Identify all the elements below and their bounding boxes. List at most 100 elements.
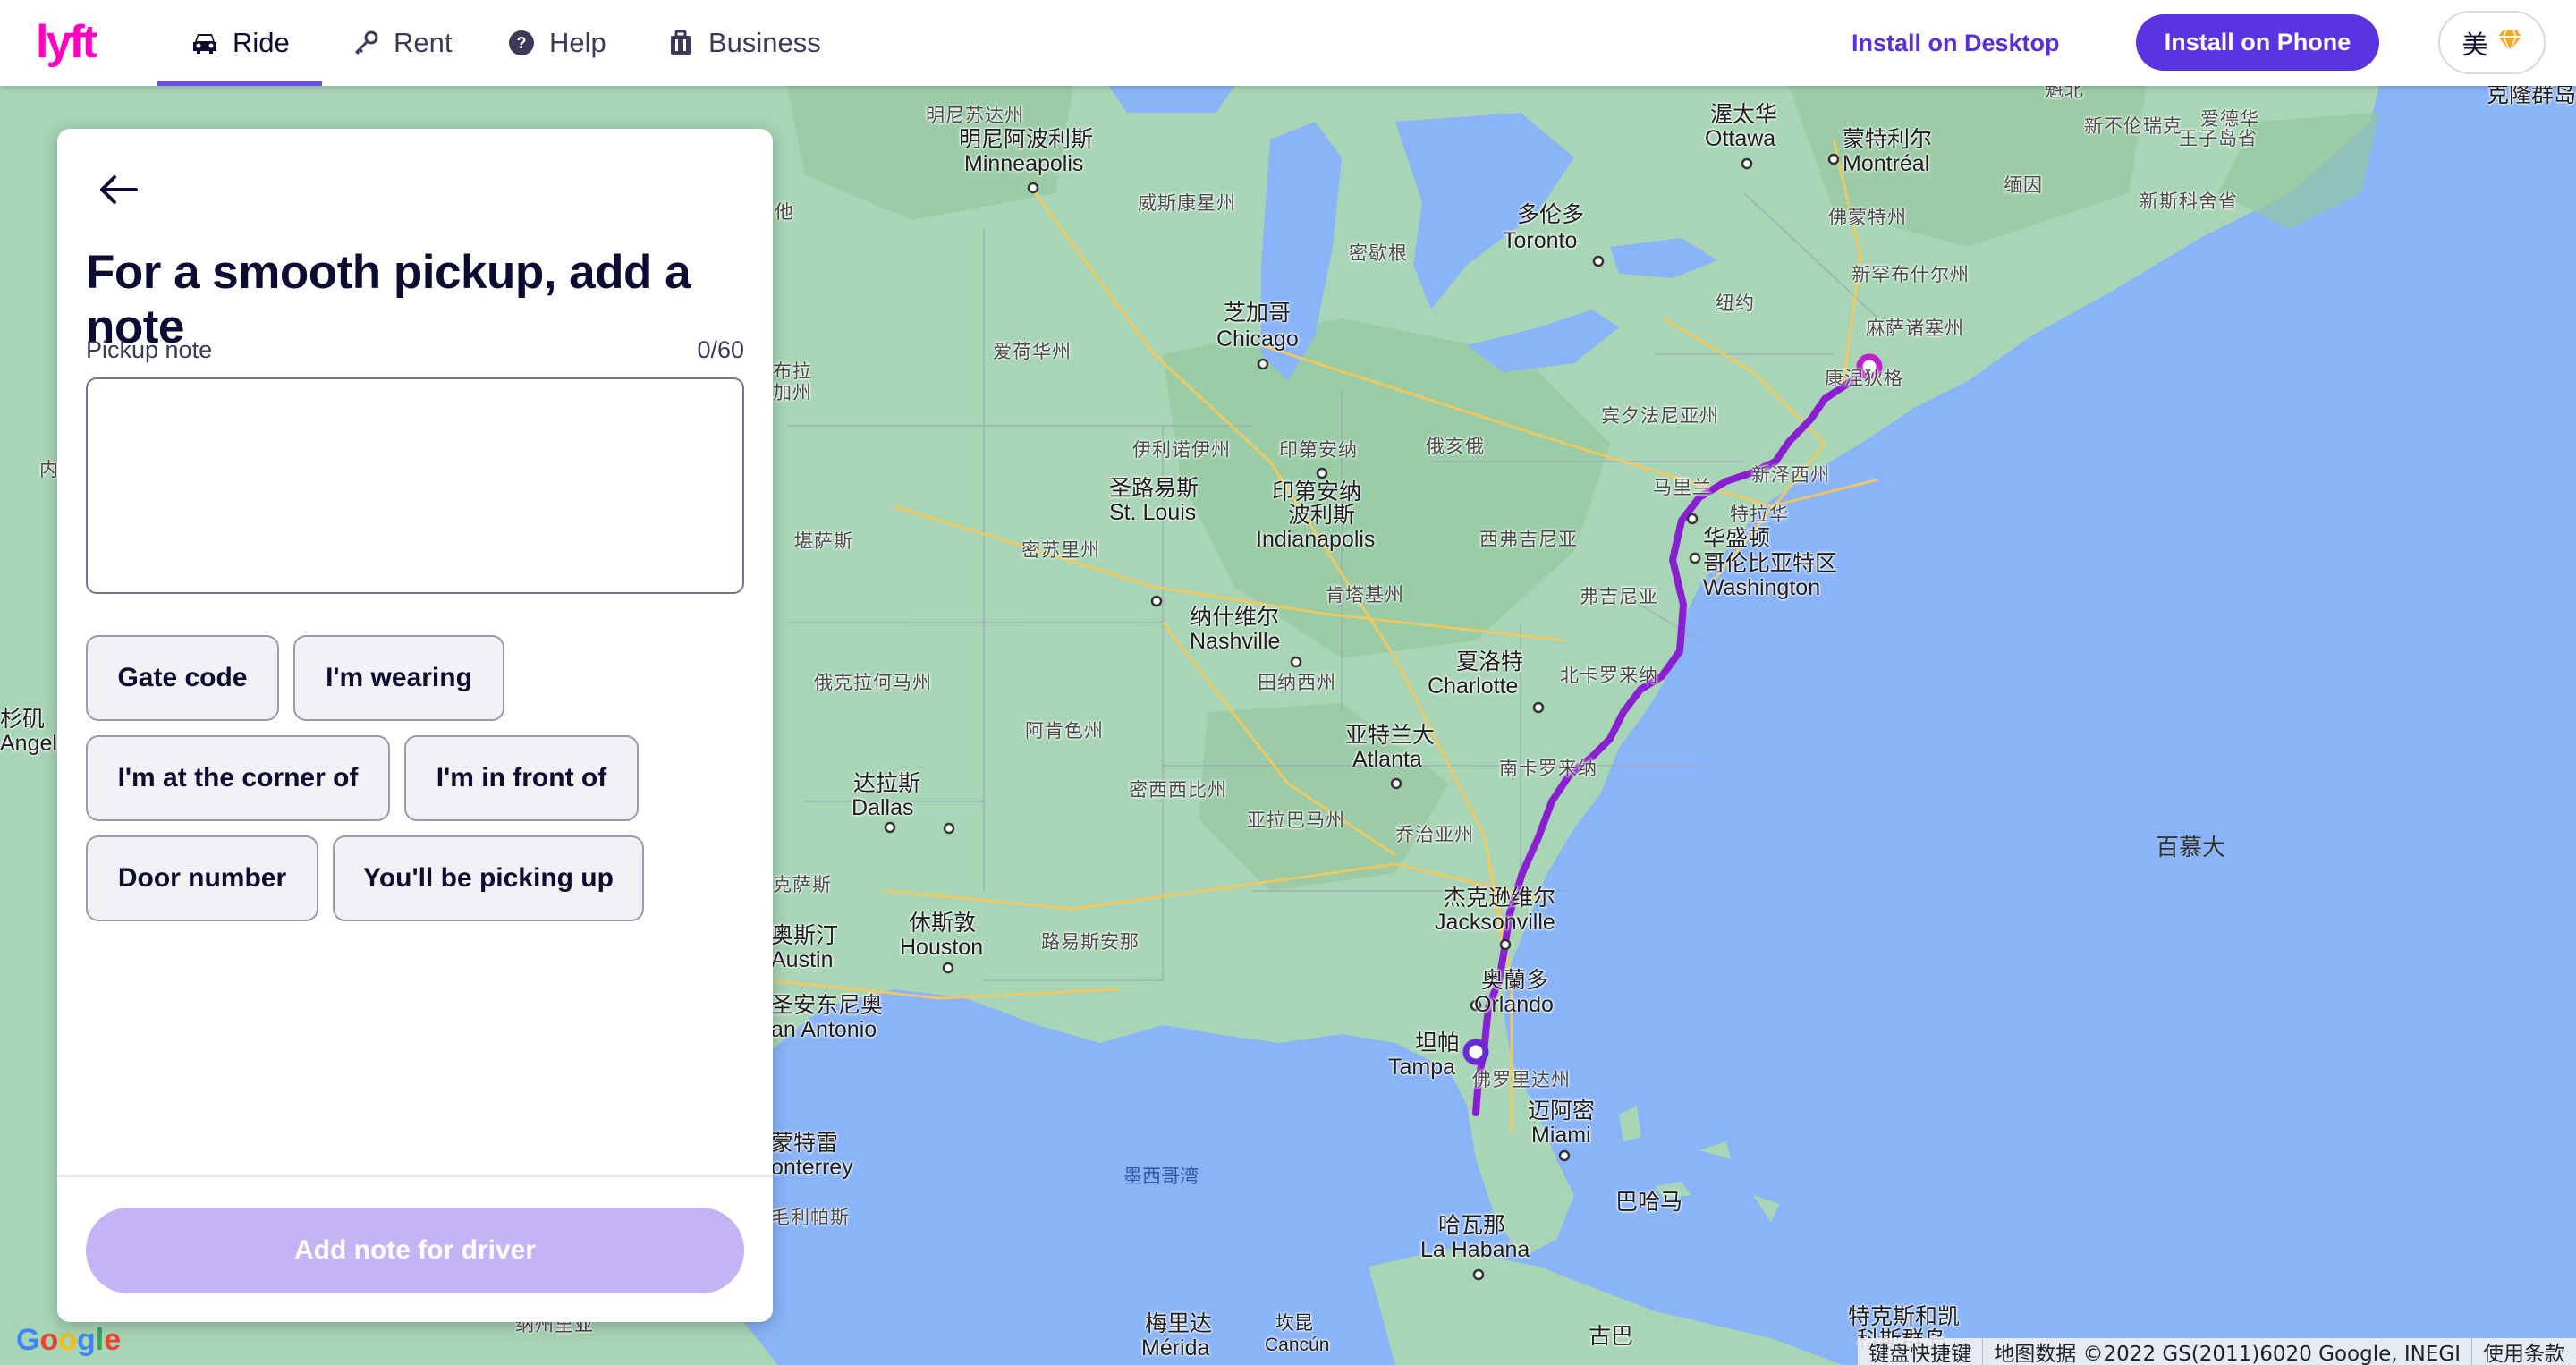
map-label-washington: Washington <box>1703 575 1821 600</box>
map-label-toronto-zh: 多伦多 <box>1517 201 1585 227</box>
map-label-havana-zh: 哈瓦那 <box>1438 1212 1506 1238</box>
google-logo: Google <box>16 1323 122 1357</box>
map-label-austin-zh: 奥斯汀 <box>771 922 839 948</box>
svg-text:lyft: lyft <box>36 16 97 68</box>
map-label-louisiana: 路易斯安那 <box>1041 931 1140 953</box>
map-label-minneapolis-zh: 明尼阿波利斯 <box>959 126 1094 152</box>
map-data-credit: 地图数据 ©2022 GS(2011)6020 Google, INEGI <box>1982 1336 2471 1365</box>
map-label-missouri: 密苏里州 <box>1021 539 1100 561</box>
tab-business[interactable]: Business <box>665 0 821 86</box>
map-label-nebraska2: 加州 <box>773 382 812 403</box>
map-label-vermont: 佛蒙特州 <box>1828 207 1907 228</box>
map-label-turks1: 特克斯和凯 <box>1848 1303 1961 1329</box>
map-label-nashville-zh: 纳什维尔 <box>1190 604 1280 630</box>
pickup-marker[interactable] <box>1462 1039 1489 1065</box>
map-label-jacksonville-zh: 杰克逊维尔 <box>1444 885 1556 911</box>
map-label-merida: Mérida <box>1141 1335 1210 1361</box>
map-label-michigan: 密歇根 <box>1349 242 1408 264</box>
chip-corner-of[interactable]: I'm at the corner of <box>86 735 390 821</box>
briefcase-icon <box>665 28 696 58</box>
map-label-ottawa: Ottawa <box>1705 126 1776 151</box>
map-label-merida-zh: 梅里达 <box>1145 1310 1213 1336</box>
map-label-southcarolina: 南卡罗来纳 <box>1499 758 1597 779</box>
map-label-la-zh: 杉矶 <box>0 706 46 732</box>
map-label-sanantonio: an Antonio <box>771 1017 877 1042</box>
map-label-minneapolis: Minneapolis <box>964 151 1084 176</box>
map-label-newyork-state: 纽约 <box>1716 292 1755 314</box>
map-label-stlouis-zh: 圣路易斯 <box>1109 475 1199 501</box>
map-label-nashville: Nashville <box>1190 629 1281 654</box>
map-label-newhampshire: 新罕布什尔州 <box>1852 264 1970 285</box>
arrow-left-icon <box>100 175 138 204</box>
map-label-indianapolis-zh2: 波利斯 <box>1288 502 1356 528</box>
chip-gate-code[interactable]: Gate code <box>86 635 279 721</box>
map-label-virginia: 弗吉尼亚 <box>1580 586 1658 607</box>
map-label-quebec-ne: 魁北 <box>2045 86 2084 101</box>
pickup-note-input[interactable] <box>86 377 744 594</box>
map-label-connecticut: 康涅狄格 <box>1825 368 1903 389</box>
lyft-logo[interactable]: lyft <box>36 16 109 68</box>
map-label-sanantonio-zh: 圣安东尼奥 <box>771 992 884 1018</box>
map-label-newjersey: 新泽西州 <box>1751 464 1830 486</box>
map-label-chicago: Chicago <box>1216 326 1299 352</box>
car-icon <box>190 28 220 58</box>
map-label-stlouis: St. Louis <box>1109 500 1197 525</box>
install-desktop-link[interactable]: Install on Desktop <box>1852 0 2060 86</box>
panel-divider <box>57 1175 773 1177</box>
map-label-ottawa-zh: 渥太华 <box>1710 101 1778 127</box>
top-nav: lyft Ride Rent ? Help Business Install o… <box>0 0 2576 86</box>
tab-rent[interactable]: Rent <box>351 0 452 86</box>
back-button[interactable] <box>91 163 145 216</box>
key-icon <box>351 28 381 58</box>
chip-door-number[interactable]: Door number <box>86 835 318 921</box>
keyboard-shortcuts-link[interactable]: 键盘快捷键 <box>1858 1336 1982 1365</box>
chip-im-wearing[interactable]: I'm wearing <box>293 635 504 721</box>
map-label-alabama: 亚拉巴马州 <box>1247 810 1345 831</box>
terms-link[interactable]: 使用条款 <box>2471 1336 2576 1365</box>
map-label-la: Angel <box>0 731 57 756</box>
pickup-note-counter: 0/60 <box>697 336 744 363</box>
map-label-mississippi: 密西西比州 <box>1129 779 1227 801</box>
map-label-tampa: Tampa <box>1388 1055 1456 1080</box>
map-label-iowa: 爱荷华州 <box>993 341 1072 362</box>
svg-text:?: ? <box>517 34 527 52</box>
map-label-maryland: 马里兰 <box>1653 477 1712 498</box>
add-note-button[interactable]: Add note for driver <box>86 1208 744 1293</box>
map-label-charlotte-zh: 夏洛特 <box>1456 649 1524 674</box>
map-attribution: 键盘快捷键 地图数据 ©2022 GS(2011)6020 Google, IN… <box>1858 1336 2576 1365</box>
map-label-georgia: 乔治亚州 <box>1395 824 1474 845</box>
tab-ride-label: Ride <box>233 27 290 58</box>
map-label-minnesota: 明尼苏达州 <box>926 105 1024 126</box>
map-label-atlanta: Atlanta <box>1352 747 1422 772</box>
chip-picking-up[interactable]: You'll be picking up <box>333 835 644 921</box>
map-label-illinois: 伊利诺伊州 <box>1132 439 1231 461</box>
map-label-kansas: 堪萨斯 <box>794 530 853 552</box>
language-label: 美 <box>2462 29 2488 60</box>
map-label-newbrunswick: 新不伦瑞克 <box>2084 115 2182 137</box>
map-label-atlanta-zh: 亚特兰大 <box>1345 722 1436 748</box>
map-label-chicago-zh: 芝加哥 <box>1224 300 1292 326</box>
tab-help-label: Help <box>549 27 606 58</box>
map-label-orlando: Orlando <box>1474 992 1554 1017</box>
language-selector[interactable]: 美 <box>2438 11 2546 74</box>
map-label-kroner: 克隆群岛 <box>2487 86 2576 107</box>
map-label-monterrey: onterrey <box>771 1155 853 1180</box>
map-label-massachusetts: 麻萨诸塞州 <box>1866 318 1964 339</box>
map-label-miami-zh: 迈阿密 <box>1528 1098 1596 1123</box>
map-label-charlotte: Charlotte <box>1428 674 1519 699</box>
map-label-bahamas: 巴哈马 <box>1615 1189 1683 1215</box>
map-label-northcarolina: 北卡罗来纳 <box>1560 665 1658 686</box>
pickup-note-panel: For a smooth pickup, add a note Pickup n… <box>57 129 773 1322</box>
map-label-bermuda: 百慕大 <box>2156 835 2226 861</box>
map-label-dallas-zh: 达拉斯 <box>853 770 921 796</box>
install-phone-button[interactable]: Install on Phone <box>2136 14 2379 71</box>
map-label-ohio: 俄亥俄 <box>1426 436 1485 457</box>
map-label-orlando-zh: 奥蘭多 <box>1481 967 1549 993</box>
map-label-houston: Houston <box>900 935 984 960</box>
tab-help[interactable]: ? Help <box>506 0 606 86</box>
map-label-montreal: Montréal <box>1843 151 1930 176</box>
tab-ride[interactable]: Ride <box>157 0 322 86</box>
chip-in-front-of[interactable]: I'm in front of <box>404 735 639 821</box>
diamond-icon <box>2497 28 2522 58</box>
map-label-miami: Miami <box>1531 1123 1591 1148</box>
